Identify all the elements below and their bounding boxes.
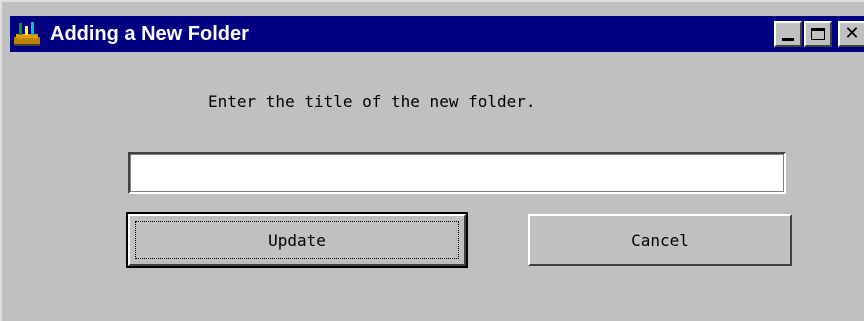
maximize-icon xyxy=(811,28,825,40)
prompt-text: Enter the title of the new folder. xyxy=(208,92,536,111)
minimize-icon xyxy=(782,38,794,41)
app-folder-icon[interactable] xyxy=(12,19,44,49)
cancel-button-label: Cancel xyxy=(631,230,689,250)
dialog-window: Adding a New Folder ✕ Enter the title of… xyxy=(0,0,864,321)
update-button[interactable]: Update xyxy=(126,212,468,268)
title-bar[interactable]: Adding a New Folder ✕ xyxy=(10,16,864,52)
title-buttons: ✕ xyxy=(774,21,864,47)
cancel-button[interactable]: Cancel xyxy=(528,214,792,266)
folder-title-input[interactable] xyxy=(128,152,786,194)
close-icon: ✕ xyxy=(844,23,860,44)
minimize-button[interactable] xyxy=(774,21,802,47)
focus-rectangle xyxy=(135,221,459,259)
window-title: Adding a New Folder xyxy=(50,22,249,45)
close-button[interactable]: ✕ xyxy=(838,21,864,47)
maximize-button[interactable] xyxy=(804,21,832,47)
